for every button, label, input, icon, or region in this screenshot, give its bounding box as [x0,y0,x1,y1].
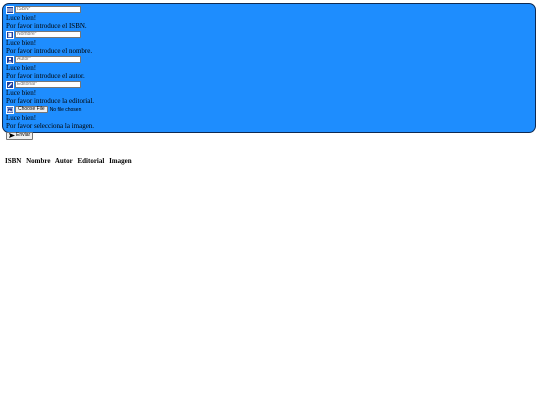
barcode-icon [6,5,14,14]
books-table-header: ISBN Nombre Autor Editorial Imagen [5,157,135,165]
isbn-valid-feedback: Luce bien! [6,14,37,22]
file-status: No file chosen [49,106,82,113]
author-valid-feedback: Luce bien! [6,64,37,72]
isbn-invalid-feedback: Por favor introduce el ISBN. [6,22,87,30]
publisher-invalid-feedback: Por favor introduce la editorial. [6,97,95,105]
isbn-row: ISBN* [6,5,532,14]
isbn-input[interactable]: ISBN* [15,6,81,13]
submit-row: Enviar [6,130,532,141]
book-icon [6,30,14,39]
column-header-image: Imagen [109,157,132,165]
author-input[interactable]: Autor* [15,56,81,63]
pen-icon [6,80,14,89]
image-row: Choose File No file chosen [6,105,532,114]
send-icon [9,133,15,138]
choose-file-button[interactable]: Choose File [15,106,48,113]
publisher-valid-feedback: Luce bien! [6,89,37,97]
column-header-isbn: ISBN [5,157,22,165]
publisher-input[interactable]: Editorial* [15,81,81,88]
column-header-author: Autor [54,157,73,165]
image-invalid-feedback: Por favor selecciona la imagen. [6,122,95,130]
name-invalid-feedback: Por favor introduce el nombre. [6,47,93,55]
name-valid-feedback: Luce bien! [6,39,37,47]
column-header-publisher: Editorial [77,157,105,165]
author-row: Autor* [6,55,532,64]
user-icon [6,55,14,64]
publisher-row: Editorial* [6,80,532,89]
book-form: ISBN* Luce bien! Por favor introduce el … [2,3,536,140]
name-row: Nombre* [6,30,532,39]
submit-label: Enviar [16,132,31,138]
submit-button[interactable]: Enviar [6,131,34,140]
column-header-name: Nombre [26,157,51,165]
author-invalid-feedback: Por favor introduce el autor. [6,72,85,80]
image-icon [6,105,14,114]
name-input[interactable]: Nombre* [15,31,81,38]
image-valid-feedback: Luce bien! [6,114,37,122]
